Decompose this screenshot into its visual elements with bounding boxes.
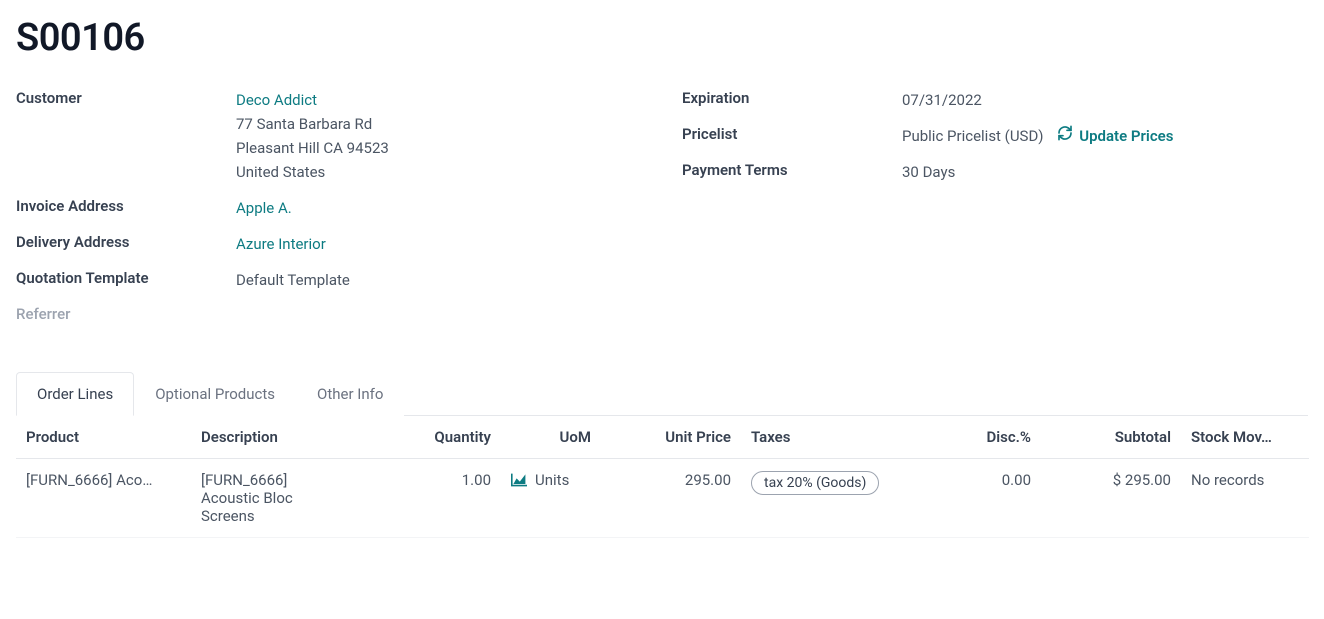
label-referrer: Referrer bbox=[16, 304, 236, 323]
th-quantity[interactable]: Quantity bbox=[341, 416, 501, 459]
th-unit-price[interactable]: Unit Price bbox=[601, 416, 741, 459]
th-description[interactable]: Description bbox=[191, 416, 341, 459]
refresh-icon bbox=[1057, 124, 1073, 148]
customer-addr-line3: United States bbox=[236, 160, 389, 184]
value-invoice-address[interactable]: Apple A. bbox=[236, 196, 292, 220]
tabs: Order Lines Optional Products Other Info bbox=[16, 371, 1308, 416]
th-disc[interactable]: Disc.% bbox=[931, 416, 1041, 459]
value-quotation-template[interactable]: Default Template bbox=[236, 268, 350, 292]
label-invoice-address: Invoice Address bbox=[16, 196, 236, 215]
label-pricelist: Pricelist bbox=[682, 124, 902, 143]
row-payment-terms: Payment Terms 30 Days bbox=[682, 160, 1308, 184]
row-pricelist: Pricelist Public Pricelist (USD) Update … bbox=[682, 124, 1308, 148]
cell-unit-price[interactable]: 295.00 bbox=[601, 459, 741, 538]
row-quotation-template: Quotation Template Default Template bbox=[16, 268, 642, 292]
cell-uom[interactable]: Units bbox=[501, 459, 601, 538]
form-grid: Customer Deco Addict 77 Santa Barbara Rd… bbox=[16, 88, 1308, 335]
label-quotation-template: Quotation Template bbox=[16, 268, 236, 287]
forecast-icon[interactable] bbox=[511, 471, 527, 487]
row-customer: Customer Deco Addict 77 Santa Barbara Rd… bbox=[16, 88, 642, 184]
update-prices-label: Update Prices bbox=[1079, 124, 1173, 148]
label-expiration: Expiration bbox=[682, 88, 902, 107]
value-expiration[interactable]: 07/31/2022 bbox=[902, 88, 982, 112]
cell-uom-text: Units bbox=[535, 471, 569, 489]
cell-disc[interactable]: 0.00 bbox=[931, 459, 1041, 538]
value-pricelist[interactable]: Public Pricelist (USD) bbox=[902, 127, 1044, 145]
form-col-left: Customer Deco Addict 77 Santa Barbara Rd… bbox=[16, 88, 642, 335]
table-header-row: Product Description Quantity UoM Unit Pr… bbox=[16, 416, 1309, 459]
value-payment-terms[interactable]: 30 Days bbox=[902, 160, 955, 184]
update-prices-button[interactable]: Update Prices bbox=[1057, 124, 1173, 148]
tax-pill[interactable]: tax 20% (Goods) bbox=[751, 471, 879, 495]
form-col-right: Expiration 07/31/2022 Pricelist Public P… bbox=[682, 88, 1308, 335]
table-row[interactable]: [FURN_6666] Aco… [FURN_6666] Acoustic Bl… bbox=[16, 459, 1309, 538]
tab-optional-products[interactable]: Optional Products bbox=[134, 372, 296, 416]
cell-quantity[interactable]: 1.00 bbox=[341, 459, 501, 538]
th-product[interactable]: Product bbox=[16, 416, 191, 459]
th-uom[interactable]: UoM bbox=[501, 416, 601, 459]
cell-description[interactable]: [FURN_6666] Acoustic Bloc Screens bbox=[191, 459, 341, 538]
cell-taxes[interactable]: tax 20% (Goods) bbox=[741, 459, 931, 538]
tab-order-lines[interactable]: Order Lines bbox=[16, 372, 134, 416]
row-referrer: Referrer bbox=[16, 304, 642, 323]
tab-other-info[interactable]: Other Info bbox=[296, 372, 404, 416]
row-delivery-address: Delivery Address Azure Interior bbox=[16, 232, 642, 256]
th-taxes[interactable]: Taxes bbox=[741, 416, 931, 459]
cell-product[interactable]: [FURN_6666] Aco… bbox=[16, 459, 191, 538]
label-payment-terms: Payment Terms bbox=[682, 160, 902, 179]
customer-name-link[interactable]: Deco Addict bbox=[236, 88, 389, 112]
customer-addr-line2: Pleasant Hill CA 94523 bbox=[236, 136, 389, 160]
order-lines-table: Product Description Quantity UoM Unit Pr… bbox=[16, 416, 1309, 538]
cell-subtotal: $ 295.00 bbox=[1041, 459, 1181, 538]
th-stock-move[interactable]: Stock Mov… bbox=[1181, 416, 1309, 459]
value-customer: Deco Addict 77 Santa Barbara Rd Pleasant… bbox=[236, 88, 389, 184]
cell-stock-move[interactable]: No records bbox=[1181, 459, 1309, 538]
customer-addr-line1: 77 Santa Barbara Rd bbox=[236, 112, 389, 136]
label-delivery-address: Delivery Address bbox=[16, 232, 236, 251]
page-title: S00106 bbox=[16, 16, 1308, 60]
th-subtotal[interactable]: Subtotal bbox=[1041, 416, 1181, 459]
value-delivery-address[interactable]: Azure Interior bbox=[236, 232, 326, 256]
row-expiration: Expiration 07/31/2022 bbox=[682, 88, 1308, 112]
row-invoice-address: Invoice Address Apple A. bbox=[16, 196, 642, 220]
label-customer: Customer bbox=[16, 88, 236, 107]
value-pricelist-wrap: Public Pricelist (USD) Update Prices bbox=[902, 124, 1173, 148]
